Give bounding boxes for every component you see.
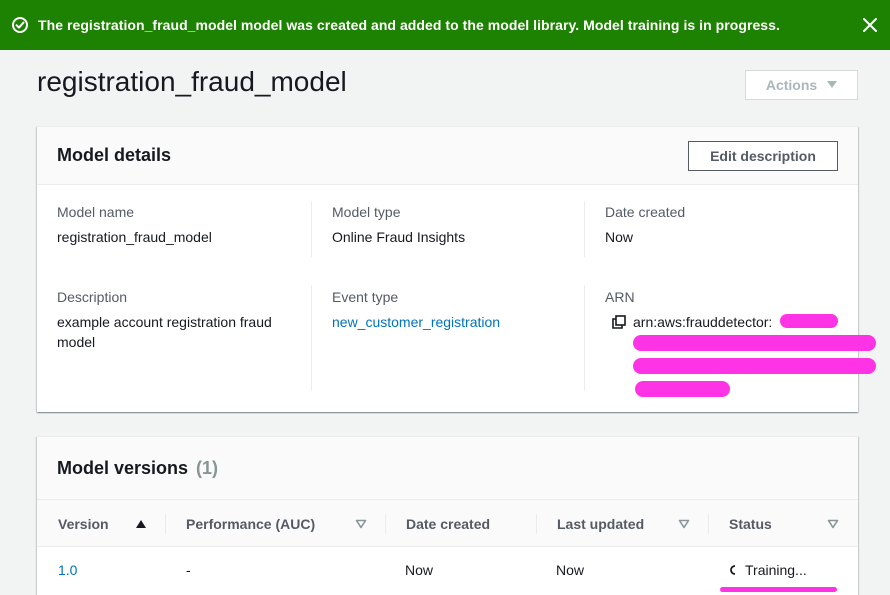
highlight-underline <box>720 587 837 592</box>
versions-table-header: Version Performance (AUC) Date created L… <box>37 499 858 547</box>
arn-label: ARN <box>605 289 635 305</box>
column-divider <box>708 514 709 534</box>
version-link[interactable]: 1.0 <box>58 547 77 592</box>
model-versions-count: (1) <box>196 457 219 478</box>
model-versions-title: Model versions <box>57 457 189 478</box>
column-divider <box>311 285 312 391</box>
model-details-grid: Model name registration_fraud_model Desc… <box>37 185 876 413</box>
actions-dropdown-button[interactable]: Actions <box>745 70 858 100</box>
column-header-label: Date created <box>406 516 491 532</box>
event-type-label: Event type <box>332 289 399 305</box>
date-created-label: Date created <box>605 204 686 220</box>
sort-caret-down-icon[interactable] <box>355 519 367 529</box>
date-created-cell: Now <box>405 561 434 578</box>
date-created-field: Date created Now <box>605 202 685 247</box>
details-column-2: Model type Online Fraud Insights Event t… <box>332 185 585 413</box>
redaction-mark <box>633 358 876 374</box>
event-type-link[interactable]: new_customer_registration <box>332 312 500 332</box>
details-column-1: Model name registration_fraud_model Desc… <box>57 185 311 413</box>
event-type-field: Event type new_customer_registration <box>332 287 500 332</box>
sort-caret-down-icon[interactable] <box>678 519 690 529</box>
model-name-value: registration_fraud_model <box>57 229 212 245</box>
flash-message: The registration_fraud_model model was c… <box>38 17 780 33</box>
redaction-mark <box>633 335 876 351</box>
arn-row: arn:aws:frauddetector: <box>605 312 772 332</box>
details-column-3: Date created Now ARN arn:aws:frauddetect… <box>605 185 876 413</box>
arn-field: ARN arn:aws:frauddetector: <box>605 287 772 332</box>
column-header-label: Version <box>58 516 109 532</box>
performance-cell: - <box>186 561 191 578</box>
column-header-label: Performance (AUC) <box>186 516 316 532</box>
model-type-field: Model type Online Fraud Insights <box>332 202 465 247</box>
success-flash-banner: The registration_fraud_model model was c… <box>0 0 890 50</box>
description-field: Description example account registration… <box>57 287 297 352</box>
column-header-performance[interactable]: Performance (AUC) <box>186 500 371 548</box>
column-divider <box>536 514 537 534</box>
column-header-label: Last updated <box>557 516 645 532</box>
column-header-status[interactable]: Status <box>729 500 844 548</box>
redaction-mark <box>780 314 838 328</box>
column-divider <box>165 514 166 534</box>
success-check-icon <box>12 17 28 33</box>
column-header-date-created[interactable]: Date created <box>406 500 526 548</box>
arn-value: arn:aws:frauddetector: <box>633 314 773 330</box>
table-row: 1.0 - Now Now Training... <box>37 547 858 592</box>
model-versions-card: Model versions (1) Version Performance (… <box>37 436 858 595</box>
column-divider <box>385 514 386 534</box>
model-details-card: Model details Edit description Model nam… <box>37 126 876 413</box>
loading-spinner-icon <box>730 564 736 575</box>
column-header-last-updated[interactable]: Last updated <box>557 500 697 548</box>
sort-caret-down-icon[interactable] <box>827 519 839 529</box>
model-versions-header: Model versions (1) <box>37 437 858 499</box>
copy-icon[interactable] <box>612 315 626 329</box>
actions-label: Actions <box>765 77 818 93</box>
edit-description-button[interactable]: Edit description <box>688 141 838 171</box>
model-details-title: Model details <box>57 145 172 165</box>
model-type-value: Online Fraud Insights <box>332 229 466 245</box>
date-created-value: Now <box>605 229 634 245</box>
column-header-version[interactable]: Version <box>58 500 158 548</box>
description-label: Description <box>57 289 128 305</box>
column-header-label: Status <box>729 516 772 532</box>
page-title: registration_fraud_model <box>37 66 347 97</box>
sort-ascending-icon[interactable] <box>135 519 147 529</box>
description-value: example account registration fraud model <box>57 314 272 350</box>
model-name-field: Model name registration_fraud_model <box>57 202 212 247</box>
status-text: Training... <box>745 561 807 578</box>
redaction-mark <box>635 381 730 397</box>
caret-down-icon <box>827 81 838 88</box>
status-cell: Training... <box>729 547 807 592</box>
model-type-label: Model type <box>332 204 401 220</box>
model-details-header: Model details Edit description <box>37 127 858 185</box>
last-updated-cell: Now <box>556 561 585 578</box>
column-divider <box>311 201 312 257</box>
close-icon[interactable] <box>860 15 880 35</box>
model-name-label: Model name <box>57 204 135 220</box>
